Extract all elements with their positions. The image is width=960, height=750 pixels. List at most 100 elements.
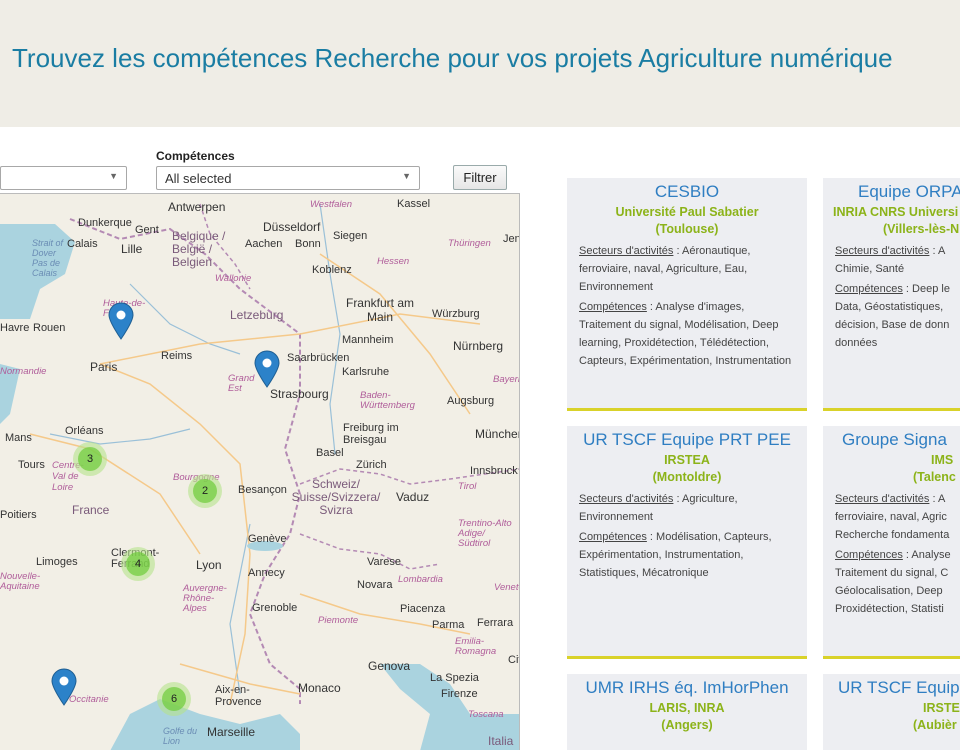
- map-label-gent: Gent: [135, 224, 159, 236]
- map-label-munchen: München: [475, 427, 520, 441]
- card-competences: Compétences : Analyse d'images, Traiteme…: [567, 296, 807, 370]
- map-label-besancon: Besançon: [238, 484, 287, 496]
- result-card[interactable]: Equipe ORPA INRIA CNRS Universi (Villers…: [823, 178, 960, 411]
- map-label-marseille: Marseille: [207, 725, 256, 739]
- sectors-label: Secteurs d'activités: [835, 493, 930, 505]
- result-card[interactable]: Groupe Signa IMS (Talenc Secteurs d'acti…: [823, 426, 960, 659]
- map-label-auvergne: Auvergne-Rhône-Alpes: [183, 583, 227, 614]
- map-label-piemonte: Piemonte: [318, 615, 359, 626]
- card-title[interactable]: CESBIO: [567, 178, 807, 202]
- result-card[interactable]: UMR IRHS éq. ImHorPhen LARIS, INRA (Ange…: [567, 674, 807, 750]
- card-city: (Montoldre): [652, 470, 722, 484]
- map-label-aachen: Aachen: [245, 238, 283, 250]
- map-label-dunkerque: Dunkerque: [78, 217, 132, 229]
- card-city: (Aubièr: [913, 718, 957, 732]
- map-label-italia: Italia: [488, 734, 514, 748]
- map-label-orleans: Orléans: [65, 425, 104, 437]
- map-label-nurnberg: Nürnberg: [453, 339, 504, 353]
- map-label-limoges: Limoges: [36, 556, 78, 568]
- map-label-lombardia: Lombardia: [398, 574, 443, 585]
- map-label-belgique: Belgique / België / Belgien: [172, 229, 226, 269]
- map-label-zurich: Zürich: [356, 459, 387, 471]
- map-label-lyon: Lyon: [196, 558, 222, 572]
- map-label-wurzburg: Würzburg: [432, 308, 480, 320]
- map-label-westfalen: Westfalen: [310, 199, 353, 210]
- map-label-thuringen: Thüringen: [448, 238, 491, 249]
- map-label-havre: Havre: [0, 322, 30, 334]
- map-cluster[interactable]: 4: [121, 547, 155, 581]
- map-label-karlsruhe: Karlsruhe: [342, 366, 390, 378]
- map-label-trentino: Trentino-Alto Adige/ Südtirol: [458, 518, 512, 549]
- competences-select[interactable]: All selected ▼: [156, 166, 420, 190]
- map-label-monaco: Monaco: [298, 681, 341, 695]
- competences-label: Compétences: [835, 283, 903, 295]
- map-label-nouvelle-aquitaine: Nouvelle-Aquitaine: [0, 571, 41, 592]
- map-label-freiburg: Freiburg im Breisgau: [343, 422, 399, 446]
- map-label-mannheim: Mannheim: [342, 334, 394, 346]
- cluster-count: 2: [193, 479, 217, 503]
- map-label-parma: Parma: [432, 619, 465, 631]
- card-title[interactable]: UR TSCF Equipe PRT PEE: [567, 426, 807, 450]
- chevron-down-icon: ▼: [402, 171, 411, 181]
- first-filter-select[interactable]: ▼: [0, 166, 127, 190]
- card-city: (Toulouse): [655, 222, 719, 236]
- map-label-aix: Aix-en-Provence: [215, 684, 262, 708]
- card-title[interactable]: Groupe Signa: [823, 426, 960, 450]
- map-label-bayern: Bayern: [493, 374, 519, 385]
- map-label-la-spezia: La Spezia: [430, 672, 479, 684]
- card-title[interactable]: UMR IRHS éq. ImHorPhen: [567, 674, 807, 698]
- filter-button[interactable]: Filtrer: [453, 165, 507, 190]
- map-marker-pin[interactable]: [254, 350, 280, 388]
- map-label-grenoble: Grenoble: [252, 602, 298, 614]
- map-label-novara: Novara: [357, 579, 393, 591]
- cluster-count: 4: [126, 552, 150, 576]
- card-title[interactable]: UR TSCF Equip: [823, 674, 960, 698]
- result-card[interactable]: UR TSCF Equip IRSTEA (Aubièr: [823, 674, 960, 750]
- map-label-strasbourg: Strasbourg: [270, 387, 329, 401]
- card-organization: LARIS, INRA: [649, 701, 725, 715]
- sectors-label: Secteurs d'activités: [835, 245, 930, 257]
- map-label-mans: Mans: [5, 432, 32, 444]
- card-sectors: Secteurs d'activités : Aéronautique, fer…: [567, 236, 807, 296]
- competences-label: Compétences: [579, 531, 647, 543]
- map-label-emilia-romagna: Emilia-Romagna: [455, 636, 497, 657]
- map-label-koblenz: Koblenz: [312, 264, 352, 276]
- competences-select-value: All selected: [165, 171, 232, 186]
- card-organization: IRSTEA: [923, 701, 960, 715]
- map-label-vaduz: Vaduz: [396, 490, 430, 504]
- map-marker-pin[interactable]: [51, 668, 77, 706]
- competences-label: Compétences: [579, 301, 647, 313]
- card-title[interactable]: Equipe ORPA: [823, 178, 960, 202]
- card-organization: IRSTEA: [664, 453, 710, 467]
- map-cluster[interactable]: 2: [188, 474, 222, 508]
- map-label-firenze: Firenze: [441, 688, 478, 700]
- map-label-antwerpen: Antwerpen: [168, 200, 226, 214]
- card-sectors: Secteurs d'activités : A Chimie, Santé: [823, 236, 960, 278]
- map-cluster[interactable]: 3: [73, 442, 107, 476]
- map-label-hessen: Hessen: [377, 256, 410, 267]
- result-card[interactable]: CESBIO Université Paul Sabatier (Toulous…: [567, 178, 807, 411]
- map-label-baden-wurttemberg: Baden-Württemberg: [360, 390, 415, 411]
- map-label-bonn: Bonn: [295, 238, 321, 250]
- card-organization: INRIA CNRS Universi: [833, 205, 959, 219]
- map-label-poitiers: Poitiers: [0, 509, 37, 521]
- map-label-rouen: Rouen: [33, 322, 66, 334]
- map-label-lille: Lille: [121, 242, 143, 256]
- map-marker-pin[interactable]: [108, 302, 134, 340]
- map-label-letzebuerg: Letzeburg: [230, 308, 284, 322]
- map-label-basel: Basel: [316, 447, 344, 459]
- map-label-tours: Tours: [18, 459, 45, 471]
- map-label-cit: Cit: [508, 654, 519, 666]
- competences-label: Compétences: [156, 149, 235, 163]
- map-label-golfe-du-lion: Golfe du Lion: [163, 726, 198, 746]
- map-label-geneve: Genève: [248, 533, 287, 545]
- card-city: (Villers-lès-N: [883, 222, 960, 236]
- card-competences: Compétences : Deep le Data, Géostatistiq…: [823, 278, 960, 352]
- map-cluster[interactable]: 6: [157, 682, 191, 716]
- chevron-down-icon: ▼: [109, 171, 118, 181]
- map-label-jena: Jena: [503, 233, 519, 245]
- result-card[interactable]: UR TSCF Equipe PRT PEE IRSTEA (Montoldre…: [567, 426, 807, 659]
- map-label-calais: Calais: [67, 238, 98, 250]
- map[interactable]: Antwerpen Düsseldorf Dunkerque Gent Kass…: [0, 193, 520, 750]
- card-organization: IMS: [931, 453, 954, 467]
